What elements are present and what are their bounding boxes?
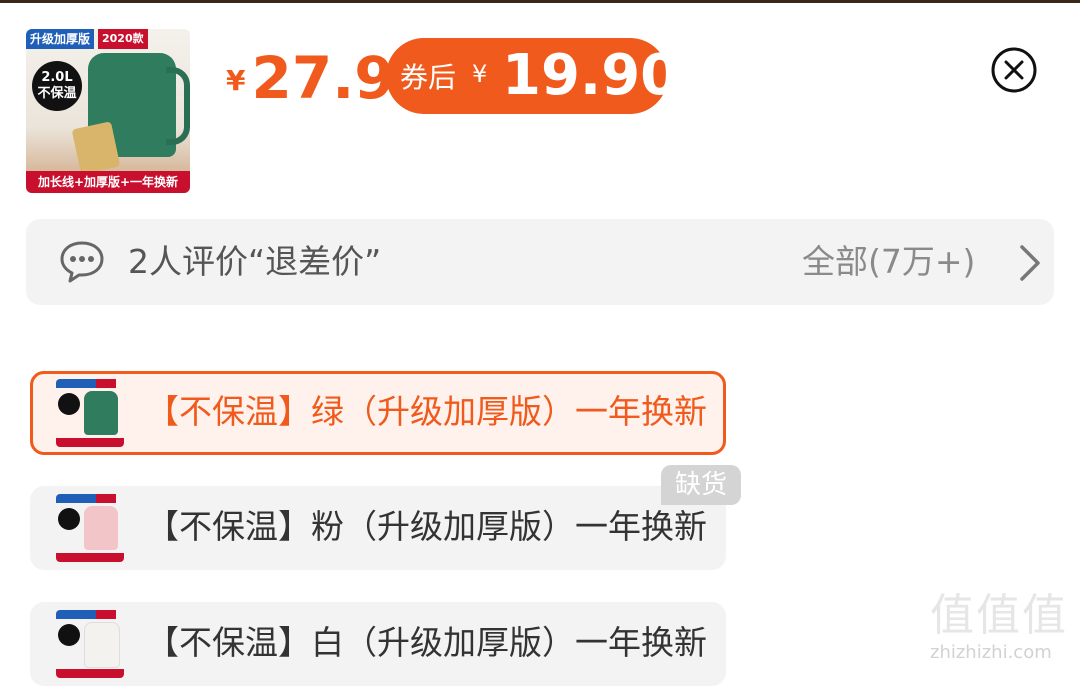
coupon-currency: ¥ — [472, 60, 488, 88]
review-summary: 2人评价“退差价” — [128, 242, 382, 281]
all-reviews-link[interactable]: 全部(7万+) — [802, 241, 975, 283]
watermark-site: zhizhizhi.com — [930, 642, 1052, 663]
variant-label: 【不保温】白（升级加厚版）一年换新 — [146, 623, 707, 662]
kettle-handle — [166, 67, 190, 145]
chat-bubble-icon — [60, 241, 104, 283]
variant-option-white[interactable]: 【不保温】白（升级加厚版）一年换新 — [30, 602, 726, 686]
close-icon[interactable] — [990, 46, 1038, 94]
variant-kettle-pink — [84, 506, 118, 550]
variant-thumb — [56, 494, 124, 562]
variant-option-pink[interactable]: 【不保温】粉（升级加厚版）一年换新 — [30, 486, 726, 570]
variant-label: 【不保温】绿（升级加厚版）一年换新 — [146, 392, 707, 431]
no-keep-warm-label: 不保温 — [37, 86, 77, 101]
chevron-right-icon — [1020, 245, 1040, 281]
capacity-badge: 2.0L 不保温 — [32, 61, 82, 111]
variant-thumb — [56, 379, 124, 447]
watermark-mark: 值值值 — [930, 590, 1068, 641]
variant-kettle-white — [84, 622, 120, 668]
variant-option-green[interactable]: 【不保温】绿（升级加厚版）一年换新 — [30, 371, 726, 455]
thumb-tag-upgrade: 升级加厚版 — [26, 29, 95, 49]
top-edge — [0, 0, 1080, 3]
product-image: 升级加厚版 2020款 2.0L 不保温 加长线+加厚版+一年换新 — [26, 29, 190, 193]
coupon-price-pill: 券后 ¥ 19.90 — [386, 38, 679, 114]
original-price: ¥27.9 — [226, 44, 395, 112]
variant-label: 【不保温】粉（升级加厚版）一年换新 — [146, 507, 707, 546]
thumb-bottom-banner: 加长线+加厚版+一年换新 — [26, 171, 190, 193]
variant-thumb — [56, 610, 124, 678]
watermark: 值值值 zhizhizhi.com — [930, 590, 1070, 668]
review-bar[interactable]: 2人评价“退差价” 全部(7万+) — [26, 219, 1054, 305]
coupon-amount: 19.90 — [502, 43, 680, 108]
capacity-label: 2.0L — [41, 70, 73, 85]
price-currency: ¥ — [226, 64, 246, 97]
price-amount: 27.9 — [251, 44, 395, 112]
coupon-label: 券后 — [400, 61, 457, 94]
thumb-tag-year: 2020款 — [98, 29, 148, 49]
variant-kettle-green — [84, 391, 118, 435]
sold-out-badge: 缺货 — [661, 465, 741, 505]
